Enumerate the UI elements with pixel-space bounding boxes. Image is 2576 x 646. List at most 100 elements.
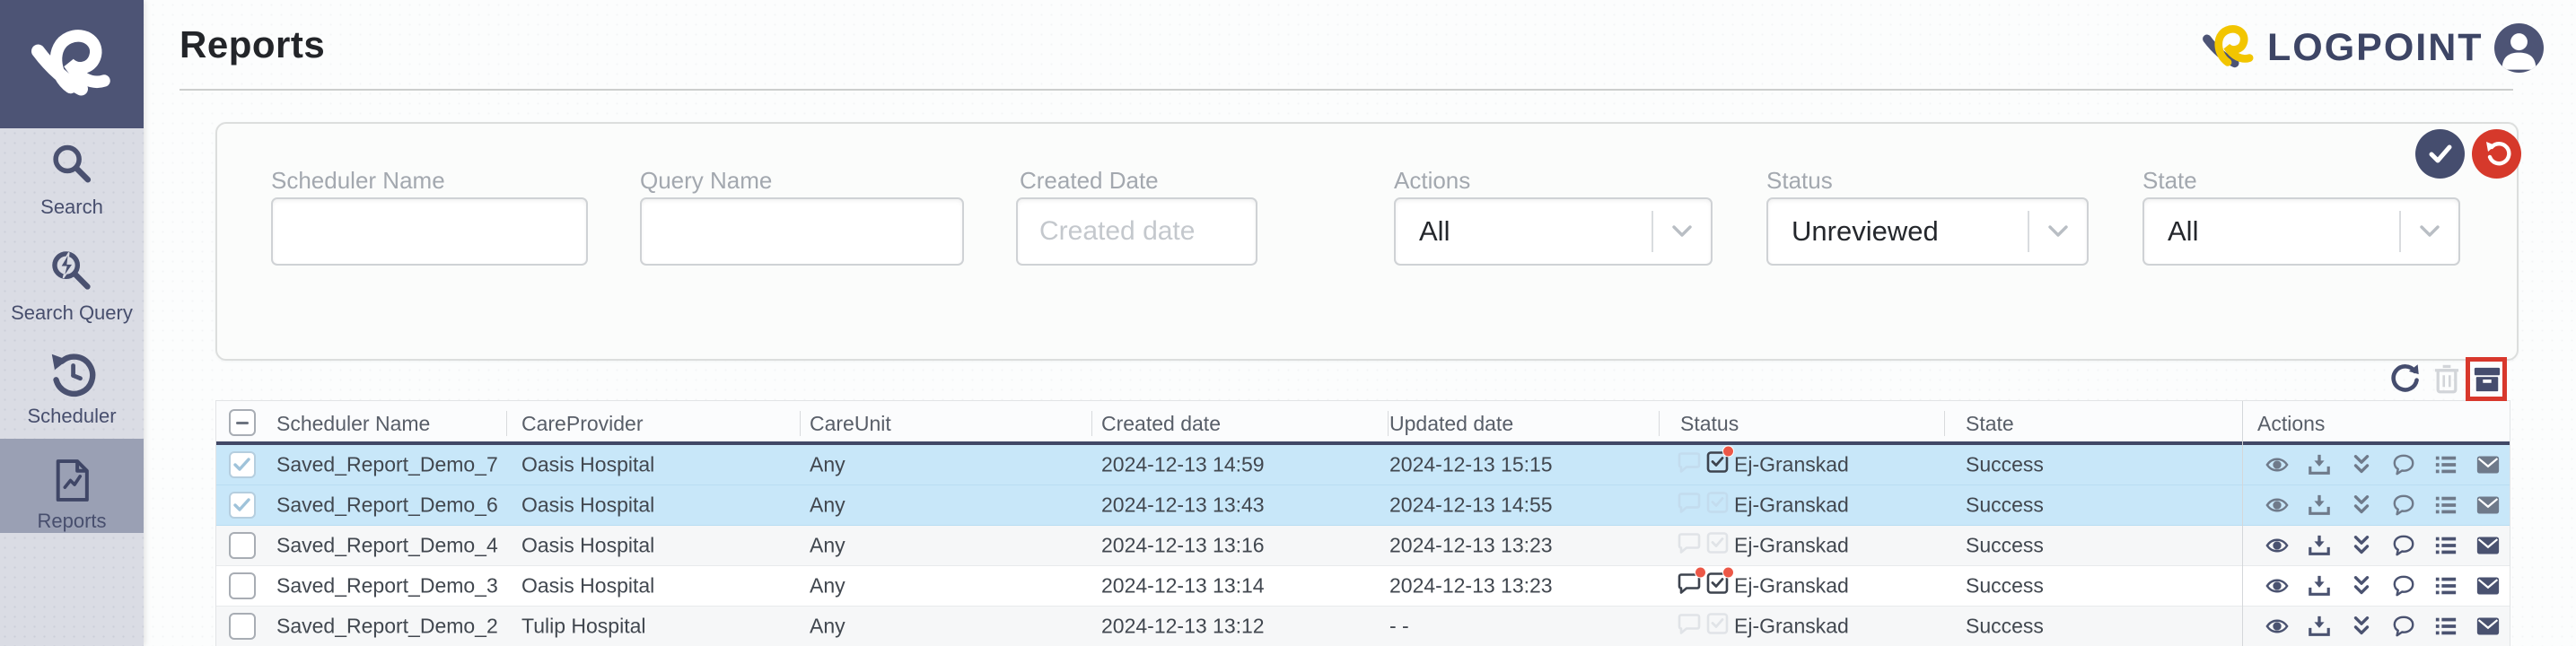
status-review-icon[interactable]	[1706, 451, 1729, 479]
cell-careunit: Any	[810, 574, 846, 598]
select-all-checkbox[interactable]	[229, 409, 256, 436]
delete-button[interactable]	[2431, 362, 2462, 399]
cell-careunit: Any	[810, 615, 846, 639]
filter-label: Scheduler Name	[271, 167, 445, 195]
status-review-icon[interactable]	[1706, 532, 1729, 560]
table-row[interactable]: Saved_Report_Demo_4 Oasis Hospital Any 2…	[216, 526, 2510, 566]
scheduler-name-input[interactable]	[271, 197, 588, 266]
status-comment-icon[interactable]	[1678, 572, 1701, 600]
collapse-icon[interactable]	[2350, 534, 2373, 557]
view-icon[interactable]	[2265, 493, 2289, 517]
notification-badge	[1695, 567, 1706, 579]
col-header-careunit[interactable]: CareUnit	[810, 412, 891, 436]
status-review-icon[interactable]	[1706, 572, 1729, 600]
view-icon[interactable]	[2265, 453, 2289, 476]
cell-created-date: 2024-12-13 14:59	[1101, 453, 1265, 477]
col-header-scheduler-name[interactable]: Scheduler Name	[276, 412, 430, 436]
view-icon[interactable]	[2265, 615, 2289, 638]
list-icon[interactable]	[2434, 493, 2458, 517]
cell-state: Success	[1966, 493, 2044, 518]
filter-label: Actions	[1394, 167, 1470, 195]
download-icon[interactable]	[2308, 453, 2331, 476]
cell-careprovider: Oasis Hospital	[521, 493, 654, 518]
cell-updated-date: 2024-12-13 15:15	[1389, 453, 1553, 477]
sidebar-item-search-query[interactable]: Search Query	[0, 248, 144, 325]
cell-updated-date: - -	[1389, 615, 1409, 639]
status-review-icon[interactable]	[1706, 492, 1729, 519]
actions-select-value: All	[1396, 215, 1652, 248]
row-checkbox[interactable]	[229, 451, 256, 478]
list-icon[interactable]	[2434, 615, 2458, 638]
status-text: Ej-Granskad	[1734, 574, 1849, 598]
comment-icon[interactable]	[2392, 534, 2415, 557]
query-name-input[interactable]	[640, 197, 964, 266]
collapse-icon[interactable]	[2350, 574, 2373, 598]
list-icon[interactable]	[2434, 574, 2458, 598]
view-icon[interactable]	[2265, 574, 2289, 598]
col-header-created-date[interactable]: Created date	[1101, 412, 1221, 436]
collapse-icon[interactable]	[2350, 493, 2373, 517]
state-select[interactable]: All	[2142, 197, 2460, 266]
col-header-status[interactable]: Status	[1680, 412, 1739, 436]
download-icon[interactable]	[2308, 534, 2331, 557]
status-comment-icon[interactable]	[1678, 613, 1701, 641]
search-query-icon	[48, 248, 96, 294]
cell-scheduler-name: Saved_Report_Demo_7	[276, 453, 498, 477]
table-row[interactable]: Saved_Report_Demo_3 Oasis Hospital Any 2…	[216, 566, 2510, 607]
row-checkbox[interactable]	[229, 532, 256, 559]
status-select[interactable]: Unreviewed	[1766, 197, 2089, 266]
comment-icon[interactable]	[2392, 493, 2415, 517]
col-header-actions[interactable]: Actions	[2257, 412, 2325, 436]
status-comment-icon[interactable]	[1678, 451, 1701, 479]
sidebar-item-label: Search	[40, 196, 103, 219]
created-date-input[interactable]	[1016, 197, 1257, 266]
sidebar-item-search[interactable]: Search	[0, 142, 144, 219]
comment-icon[interactable]	[2392, 615, 2415, 638]
brand-text: LOGPOINT	[2267, 26, 2484, 70]
cell-careprovider: Oasis Hospital	[521, 453, 654, 477]
cell-careunit: Any	[810, 534, 846, 558]
row-checkbox[interactable]	[229, 613, 256, 640]
list-icon[interactable]	[2434, 453, 2458, 476]
table-row[interactable]: Saved_Report_Demo_7 Oasis Hospital Any 2…	[216, 445, 2510, 485]
table-row[interactable]: Saved_Report_Demo_2 Tulip Hospital Any 2…	[216, 607, 2510, 646]
comment-icon[interactable]	[2392, 453, 2415, 476]
apply-filters-button[interactable]	[2415, 129, 2465, 179]
undo-icon	[2483, 140, 2511, 169]
col-header-updated-date[interactable]: Updated date	[1389, 412, 1513, 436]
list-icon[interactable]	[2434, 534, 2458, 557]
mail-icon[interactable]	[2476, 615, 2500, 638]
download-icon[interactable]	[2308, 574, 2331, 598]
col-header-state[interactable]: State	[1966, 412, 2014, 436]
status-comment-icon[interactable]	[1678, 532, 1701, 560]
sidebar-item-reports[interactable]: Reports	[0, 439, 144, 533]
cell-careunit: Any	[810, 453, 846, 477]
mail-icon[interactable]	[2476, 453, 2500, 476]
status-review-icon[interactable]	[1706, 613, 1729, 641]
col-header-careprovider[interactable]: CareProvider	[521, 412, 644, 436]
row-checkbox[interactable]	[229, 572, 256, 599]
view-icon[interactable]	[2265, 534, 2289, 557]
chevron-down-icon	[2401, 224, 2458, 239]
mail-icon[interactable]	[2476, 534, 2500, 557]
comment-icon[interactable]	[2392, 574, 2415, 598]
sidebar-item-scheduler[interactable]: Scheduler	[0, 351, 144, 428]
table-row[interactable]: Saved_Report_Demo_6 Oasis Hospital Any 2…	[216, 485, 2510, 526]
row-checkbox[interactable]	[229, 492, 256, 519]
collapse-icon[interactable]	[2350, 615, 2373, 638]
sidebar-item-label: Scheduler	[27, 405, 116, 428]
actions-select[interactable]: All	[1394, 197, 1713, 266]
cell-updated-date: 2024-12-13 13:23	[1389, 534, 1553, 558]
notification-badge	[1722, 446, 1734, 458]
download-icon[interactable]	[2308, 615, 2331, 638]
collapse-icon[interactable]	[2350, 453, 2373, 476]
status-comment-icon[interactable]	[1678, 492, 1701, 519]
row-actions	[2265, 453, 2500, 476]
mail-icon[interactable]	[2476, 574, 2500, 598]
notification-badge	[1722, 567, 1734, 579]
reset-filters-button[interactable]	[2472, 129, 2521, 179]
user-avatar[interactable]	[2494, 23, 2544, 73]
mail-icon[interactable]	[2476, 493, 2500, 517]
refresh-button[interactable]	[2388, 362, 2422, 399]
download-icon[interactable]	[2308, 493, 2331, 517]
